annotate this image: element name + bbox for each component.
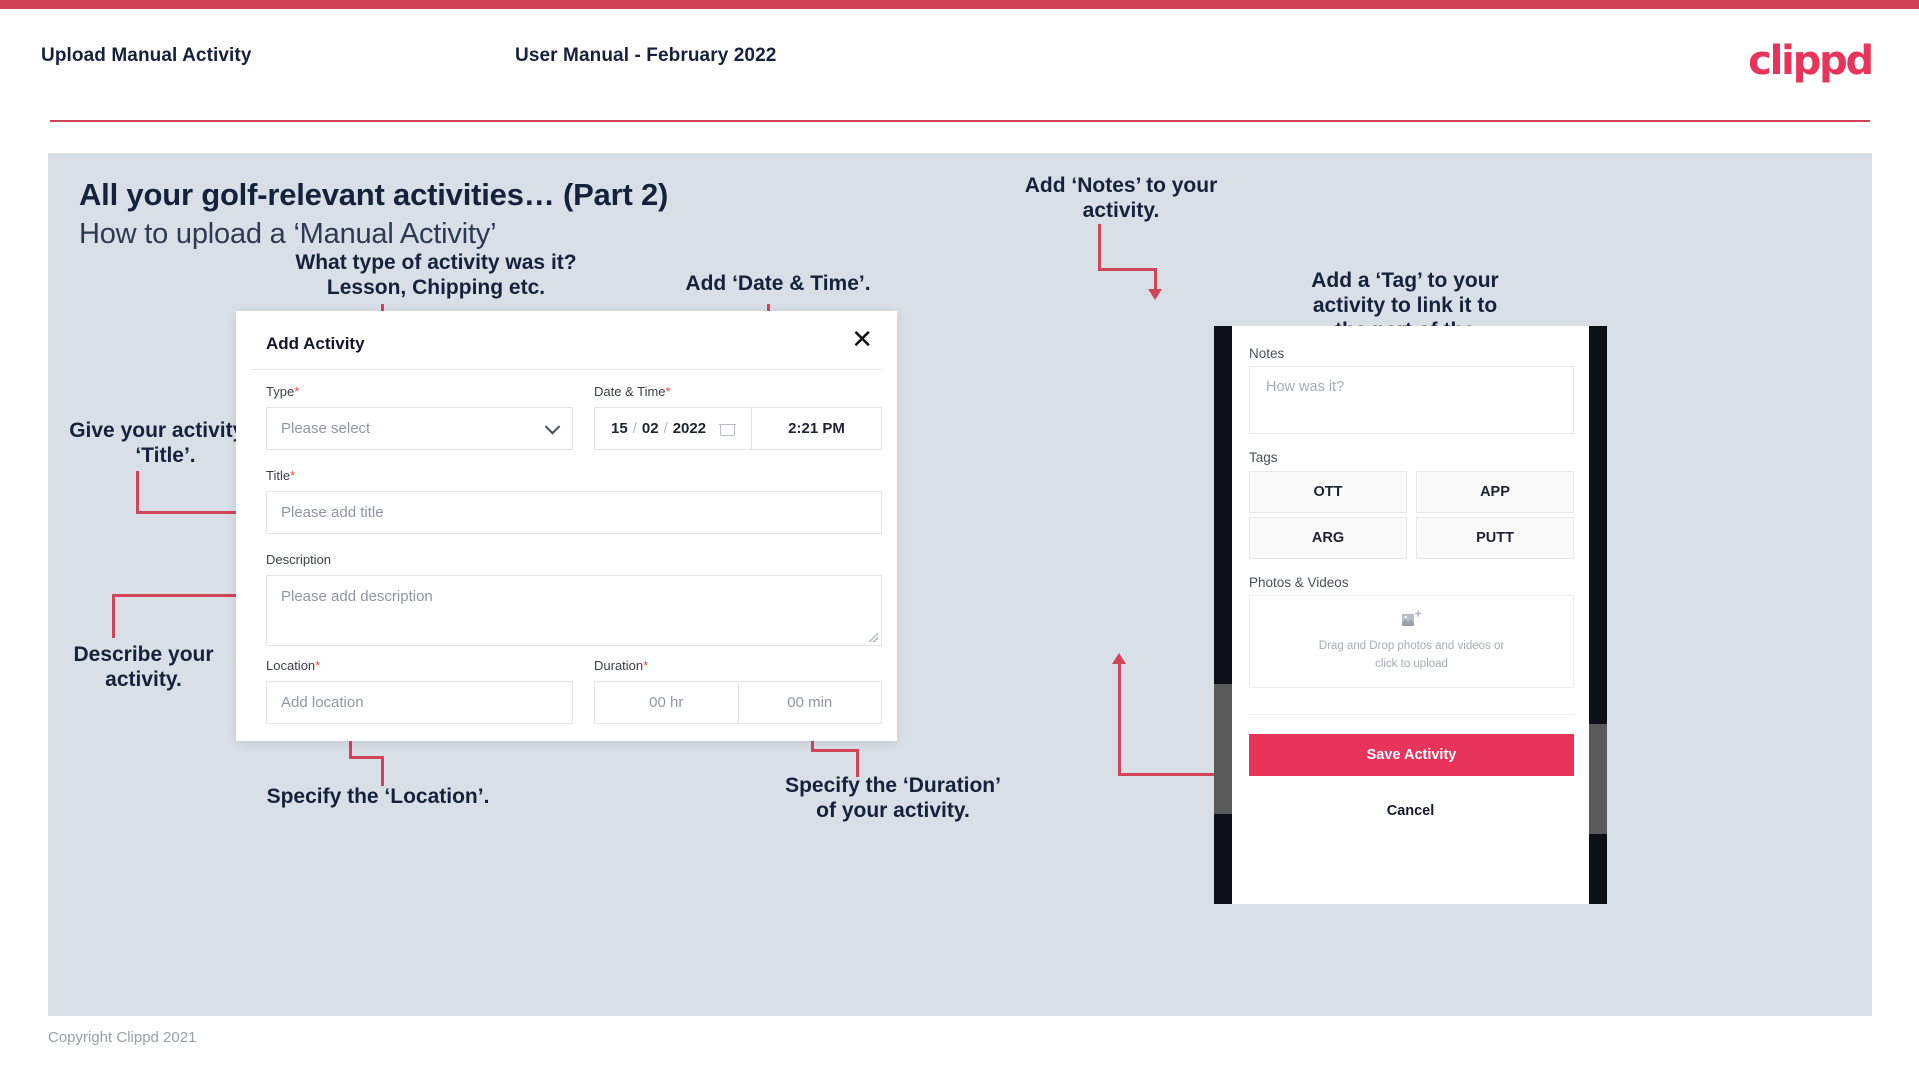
connector-save-arrow — [1112, 653, 1126, 664]
location-placeholder: Add location — [281, 694, 364, 711]
duration-field: 00 hr 00 min — [594, 681, 882, 724]
duration-label: Duration* — [594, 658, 648, 673]
connector-dur-v1 — [856, 749, 859, 777]
date-day: 15 — [611, 420, 628, 437]
close-icon[interactable]: ✕ — [851, 327, 873, 353]
phone-volume-button-left — [1214, 684, 1232, 814]
tag-ott[interactable]: OTT — [1249, 471, 1407, 513]
connector-loc-h — [349, 756, 384, 759]
phone-power-button-right — [1589, 724, 1607, 834]
notes-placeholder: How was it? — [1266, 379, 1345, 395]
tag-arg[interactable]: ARG — [1249, 517, 1407, 559]
date-sep-1: / — [632, 420, 637, 437]
add-activity-dialog: Add Activity ✕ Type* Please select Date … — [236, 311, 897, 741]
duration-label-text: Duration — [594, 658, 644, 673]
dialog-title: Add Activity — [266, 334, 365, 353]
location-input[interactable]: Add location — [266, 681, 573, 724]
notes-label: Notes — [1249, 346, 1285, 361]
date-sep-2: / — [663, 420, 668, 437]
connector-desc-v — [112, 594, 115, 638]
connector-notes-arrow — [1148, 289, 1162, 300]
description-placeholder: Please add description — [281, 588, 433, 605]
date-month: 02 — [641, 420, 659, 437]
annotation-location: Specify the ‘Location’. — [266, 785, 490, 808]
resize-grip-icon[interactable] — [869, 633, 878, 642]
connector-notes-h — [1098, 268, 1156, 271]
type-required-marker: * — [294, 384, 300, 399]
photos-label: Photos & Videos — [1249, 575, 1349, 590]
phone-mockup: Notes How was it? Tags OTT APP ARG PUTT … — [1214, 326, 1607, 904]
date-year: 2022 — [672, 420, 707, 437]
connector-title-v — [136, 471, 139, 514]
page-title: All your golf-relevant activities… (Part… — [79, 177, 669, 212]
add-image-icon — [1401, 610, 1423, 630]
dialog-divider — [251, 369, 882, 370]
datetime-label: Date & Time* — [594, 384, 671, 399]
page-subtitle: How to upload a ‘Manual Activity’ — [79, 218, 497, 250]
connector-desc-h — [112, 594, 247, 597]
phone-divider — [1249, 714, 1574, 715]
datetime-label-text: Date & Time — [594, 384, 666, 399]
duration-hours-input[interactable]: 00 hr — [595, 682, 738, 723]
location-label: Location* — [266, 658, 320, 673]
duration-required-marker: * — [643, 658, 649, 673]
title-label: Title* — [266, 468, 295, 483]
title-input[interactable]: Please add title — [266, 491, 882, 534]
description-label-text: Description — [266, 552, 332, 567]
footer-copyright: Copyright Clippd 2021 — [48, 1029, 197, 1046]
duration-minutes-input[interactable]: 00 min — [737, 682, 882, 723]
connector-save-v — [1118, 664, 1121, 776]
type-select-placeholder: Please select — [281, 420, 371, 437]
save-activity-button[interactable]: Save Activity — [1249, 734, 1574, 776]
description-textarea[interactable]: Please add description — [266, 575, 882, 646]
annotation-notes: Add ‘Notes’ to your activity. — [1024, 174, 1218, 222]
title-placeholder: Please add title — [281, 504, 384, 521]
phone-bezel-left — [1214, 326, 1232, 904]
type-select[interactable]: Please select — [266, 407, 573, 450]
annotation-description: Describe your activity. — [73, 643, 214, 691]
description-label: Description — [266, 552, 331, 567]
type-label-text: Type — [266, 384, 295, 399]
datetime-field[interactable]: 15 / 02 / 2022 2:21 PM — [594, 407, 882, 450]
title-label-text: Title — [266, 468, 291, 483]
tag-putt[interactable]: PUTT — [1416, 517, 1574, 559]
notes-textarea[interactable]: How was it? — [1249, 366, 1574, 434]
cancel-button[interactable]: Cancel — [1232, 803, 1589, 819]
connector-loc-v1 — [381, 756, 384, 786]
title-required-marker: * — [290, 468, 296, 483]
location-label-text: Location — [266, 658, 316, 673]
annotation-duration: Specify the ‘Duration’ of your activity. — [785, 774, 1001, 822]
slide-root: Upload Manual Activity User Manual - Feb… — [0, 0, 1919, 1079]
clippd-logo: clippd — [1748, 38, 1874, 84]
annotation-datetime: Add ‘Date & Time’. — [685, 272, 871, 295]
connector-dur-h — [811, 749, 859, 752]
header-divider — [50, 120, 1870, 122]
location-required-marker: * — [315, 658, 321, 673]
date-input[interactable]: 15 / 02 / 2022 — [595, 408, 751, 449]
tag-app[interactable]: APP — [1416, 471, 1574, 513]
photo-upload-dropzone[interactable]: Drag and Drop photos and videos or click… — [1249, 595, 1574, 688]
type-label: Type* — [266, 384, 299, 399]
chevron-down-icon — [544, 418, 561, 435]
top-accent-bar — [0, 0, 1919, 9]
connector-notes-v1 — [1098, 224, 1101, 270]
annotation-type: What type of activity was it? Lesson, Ch… — [295, 251, 577, 299]
photo-upload-text: Drag and Drop photos and videos or click… — [1318, 640, 1505, 670]
header-center-title: User Manual - February 2022 — [515, 45, 777, 66]
datetime-required-marker: * — [665, 384, 671, 399]
connector-title-h — [136, 511, 246, 514]
tags-label: Tags — [1249, 450, 1278, 465]
time-input[interactable]: 2:21 PM — [751, 408, 881, 449]
calendar-icon[interactable] — [719, 420, 736, 436]
connector-notes-v2 — [1154, 268, 1157, 291]
header-left-title: Upload Manual Activity — [41, 45, 252, 66]
phone-screen: Notes How was it? Tags OTT APP ARG PUTT … — [1232, 326, 1589, 904]
